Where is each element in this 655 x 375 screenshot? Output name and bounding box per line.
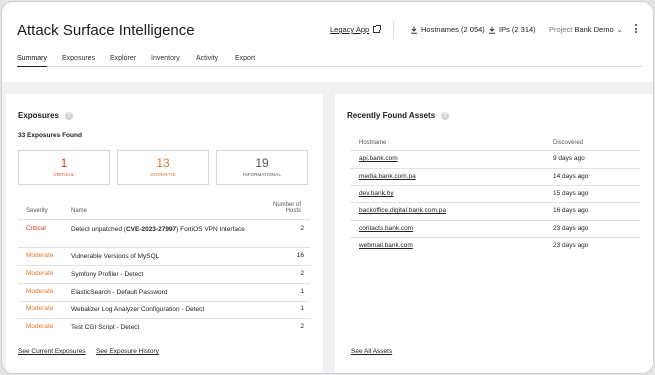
severity-value: Critical	[26, 225, 46, 232]
help-icon[interactable]: ?	[441, 111, 450, 120]
asset-hostname-link[interactable]: dev.bank.by	[359, 190, 394, 197]
recent-assets-panel: Recently Found Assets? Hostname Discover…	[335, 94, 653, 373]
divider	[350, 168, 640, 169]
severity-value: Moderate	[26, 270, 54, 277]
exposure-name: ElasticSearch - Default Password	[71, 289, 168, 296]
ips-count: IPs (2 314)	[499, 25, 536, 34]
recent-assets-title: Recently Found Assets?	[347, 111, 450, 120]
severity-column-header: Severity	[26, 208, 48, 214]
asset-hostname-link[interactable]: backoffice.digital.bank.com.pa	[359, 207, 446, 214]
chevron-down-icon: ⌄	[616, 27, 623, 34]
discovered-value: 23 days ago	[553, 225, 589, 232]
tab-activity[interactable]: Activity	[196, 55, 218, 67]
severity-value: Moderate	[26, 288, 54, 295]
severity-value: Moderate	[26, 323, 54, 330]
more-vertical-icon[interactable]	[634, 24, 638, 34]
project-selector[interactable]: Project Bank Demo ⌄	[549, 25, 623, 34]
recent-assets-title-text: Recently Found Assets	[347, 111, 436, 120]
discovered-value: 16 days ago	[553, 207, 589, 214]
moderate-label: MODERATE	[150, 172, 176, 177]
divider	[18, 318, 310, 319]
severity-value: Moderate	[26, 252, 54, 259]
divider	[350, 220, 640, 221]
informational-card[interactable]: 19 INFORMATIONAL	[216, 150, 308, 185]
hostnames-count: Hostnames (2 054)	[421, 25, 485, 34]
moderate-count: 13	[156, 156, 170, 170]
exposures-found-count: 33 Exposures Found	[18, 132, 82, 139]
ips-download-button[interactable]: IPs (2 314)	[488, 25, 536, 34]
discovered-column-header: Discovered	[553, 140, 584, 146]
divider	[18, 247, 310, 248]
critical-card[interactable]: 1 CRITICAL	[18, 150, 110, 185]
hosts-count: 2	[300, 323, 304, 330]
exposures-title-text: Exposures	[18, 111, 59, 120]
hostnames-download-button[interactable]: Hostnames (2 054)	[410, 25, 485, 34]
legacy-app-link[interactable]: Legacy App	[330, 25, 382, 34]
divider	[350, 185, 640, 186]
exposure-name-part: Detect unpatched (	[71, 226, 126, 233]
project-value: Bank Demo	[574, 25, 614, 34]
divider	[350, 150, 640, 151]
divider	[393, 20, 394, 38]
divider	[350, 202, 640, 203]
hosts-column-header: Number of Hosts	[273, 202, 301, 214]
asset-hostname-link[interactable]: media.bank.com.pa	[359, 173, 416, 180]
critical-count: 1	[60, 156, 68, 170]
legacy-app-label: Legacy App	[330, 25, 370, 34]
see-exposure-history-link[interactable]: See Exposure History	[96, 348, 159, 355]
hosts-count: 1	[300, 288, 304, 295]
discovered-value: 15 days ago	[553, 190, 589, 197]
exposures-title: Exposures?	[18, 111, 73, 120]
divider	[350, 237, 640, 238]
tab-explorer[interactable]: Explorer	[110, 55, 136, 67]
see-all-assets-link[interactable]: See All Assets	[351, 348, 392, 355]
hostname-column-header: Hostname	[359, 140, 387, 146]
asset-hostname-link[interactable]: api.bank.com	[359, 155, 398, 162]
see-current-exposures-link[interactable]: See Current Exposures	[18, 348, 86, 355]
exposure-name: Symfony Profiler - Detect	[71, 271, 144, 278]
download-icon	[489, 26, 495, 34]
hosts-count: 2	[300, 270, 304, 277]
exposure-name-part: ) FortiOS VPN Interface	[176, 226, 245, 233]
moderate-card[interactable]: 13 MODERATE	[117, 150, 209, 185]
download-icon	[411, 26, 417, 34]
hosts-count: 2	[300, 225, 304, 232]
tab-summary[interactable]: Summary	[17, 55, 47, 67]
severity-value: Moderate	[26, 305, 54, 312]
divider	[18, 283, 310, 284]
hosts-count: 16	[296, 252, 304, 259]
exposure-name: Test CGI Script - Detect	[71, 324, 140, 331]
asset-hostname-link[interactable]: webmail.bank.com	[359, 242, 413, 249]
hosts-header-line2: Hosts	[285, 208, 301, 214]
asset-hostname-link[interactable]: contacts.bank.com	[359, 225, 413, 232]
critical-label: CRITICAL	[53, 172, 75, 177]
name-column-header: Name	[71, 208, 88, 214]
tab-export[interactable]: Export	[235, 55, 255, 67]
informational-count: 19	[255, 156, 269, 170]
cve-id: CVE-2023-27997	[125, 226, 177, 233]
divider	[18, 265, 310, 266]
project-label: Project	[549, 25, 573, 34]
help-icon[interactable]: ?	[64, 111, 73, 120]
divider	[18, 219, 310, 220]
exposure-name: Webalizer Log Analyzer Configuration - D…	[71, 306, 205, 313]
informational-label: INFORMATIONAL	[243, 172, 281, 177]
exposures-panel: Exposures? 33 Exposures Found 1 CRITICAL…	[6, 94, 323, 373]
exposure-name: Vulnerable Versions of MySQL	[71, 253, 160, 260]
discovered-value: 9 days ago	[553, 155, 585, 162]
page-title: Attack Surface Intelligence	[17, 22, 195, 39]
divider	[18, 301, 310, 302]
page-header: Attack Surface Intelligence Legacy App H…	[2, 2, 653, 82]
tab-exposures[interactable]: Exposures	[62, 55, 95, 67]
table-row[interactable]: Critical Detect unpatched (CVE-2023-2799…	[18, 225, 310, 245]
discovered-value: 14 days ago	[553, 173, 589, 180]
discovered-value: 23 days ago	[553, 242, 589, 249]
hosts-count: 1	[300, 305, 304, 312]
tab-inventory[interactable]: Inventory	[151, 55, 180, 67]
exposure-name: Detect unpatched (CVE-2023-27997) FortiO…	[71, 225, 251, 234]
tab-bar: Summary Exposures Explorer Inventory Act…	[17, 55, 642, 67]
app-window: Attack Surface Intelligence Legacy App H…	[1, 1, 654, 374]
external-link-icon	[373, 25, 382, 33]
